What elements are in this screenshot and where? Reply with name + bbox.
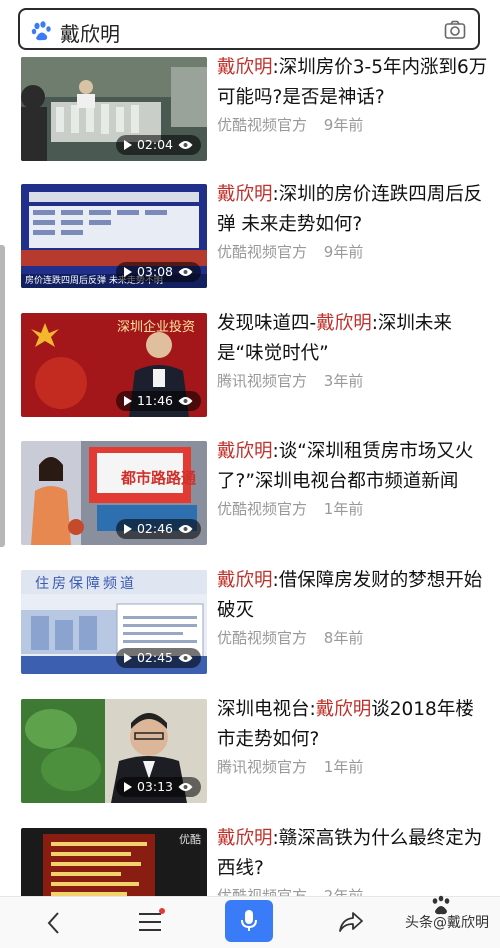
video-result-item[interactable]: 深圳企业投资 11:46 发现味道四-戴欣明:深圳未来是“味觉时代” 腾讯视频官…: [0, 313, 500, 423]
video-title[interactable]: 深圳电视台:戴欣明谈2018年楼市走势如何?: [217, 695, 489, 755]
video-source: 腾讯视频官方: [217, 758, 308, 776]
title-text: 发现味道四-: [217, 313, 317, 334]
thumbnail-caption: 都市路路通: [121, 469, 197, 487]
thumbnail-caption: 优酷: [179, 833, 201, 846]
video-result-item[interactable]: 03:13 深圳电视台:戴欣明谈2018年楼市走势如何? 腾讯视频官方 1年前: [0, 699, 500, 809]
video-age: 8年前: [323, 629, 364, 647]
play-icon: [123, 267, 132, 277]
duration-text: 03:13: [136, 779, 173, 794]
video-source: 优酷视频官方: [217, 243, 308, 261]
duration-badge: 02:45: [115, 648, 201, 668]
notification-dot: [159, 908, 165, 914]
eye-icon: [178, 654, 193, 662]
duration-text: 02:45: [136, 650, 173, 665]
highlighted-keyword: 戴欣明: [217, 828, 273, 849]
highlighted-keyword: 戴欣明: [217, 57, 273, 78]
video-result-item[interactable]: 房价连跌四周后反弹 未来走势不明 03:08 戴欣明:深圳的房价连跌四周后反弹 …: [0, 184, 500, 294]
camera-icon[interactable]: [444, 20, 466, 40]
play-icon: [123, 653, 132, 663]
video-result-item[interactable]: 02:04 戴欣明:深圳房价3-5年内涨到6万可能吗?是否是神话? 优酷视频官方…: [0, 57, 500, 167]
video-age: 9年前: [323, 243, 364, 261]
menu-icon[interactable]: [138, 911, 164, 933]
video-thumbnail[interactable]: 住房保障频道 02:45: [21, 570, 207, 674]
search-bar[interactable]: 戴欣明: [18, 8, 480, 50]
duration-badge: 03:13: [115, 777, 201, 797]
baidu-paw-icon: [31, 21, 51, 41]
highlighted-keyword: 戴欣明: [217, 570, 273, 591]
video-thumbnail[interactable]: 深圳企业投资 11:46: [21, 313, 207, 417]
video-age: 9年前: [323, 116, 364, 134]
video-title[interactable]: 戴欣明:深圳的房价连跌四周后反弹 未来走势如何?: [217, 180, 489, 240]
play-icon: [123, 396, 132, 406]
share-icon[interactable]: [338, 910, 364, 934]
duration-badge: 11:46: [115, 391, 201, 411]
video-result-item[interactable]: 都市路路通 02:46 戴欣明:谈“深圳租赁房市场又火了?”深圳电视台都市频道新…: [0, 441, 500, 551]
back-icon[interactable]: [44, 911, 64, 935]
eye-icon: [178, 783, 193, 791]
video-meta: 腾讯视频官方 1年前: [217, 756, 363, 777]
video-source: 优酷视频官方: [217, 629, 308, 647]
duration-text: 03:08: [136, 264, 173, 279]
thumbnail-caption: 住房保障频道: [35, 576, 137, 592]
video-meta: 优酷视频官方 9年前: [217, 114, 363, 135]
video-thumbnail[interactable]: 02:04: [21, 57, 207, 161]
duration-text: 02:04: [136, 137, 173, 152]
play-icon: [123, 140, 132, 150]
play-icon: [123, 782, 132, 792]
video-meta: 腾讯视频官方 3年前: [217, 370, 363, 391]
video-source: 优酷视频官方: [217, 500, 308, 518]
video-title[interactable]: 发现味道四-戴欣明:深圳未来是“味觉时代”: [217, 309, 489, 369]
duration-badge: 02:04: [115, 135, 201, 155]
video-title[interactable]: 戴欣明:谈“深圳租赁房市场又火了?”深圳电视台都市频道新闻: [217, 437, 489, 497]
video-source: 腾讯视频官方: [217, 372, 308, 390]
video-meta: 优酷视频官方 1年前: [217, 498, 363, 519]
duration-text: 02:46: [136, 521, 173, 536]
video-thumbnail[interactable]: 房价连跌四周后反弹 未来走势不明 03:08: [21, 184, 207, 288]
paw-watermark-icon: [432, 895, 450, 915]
video-age: 1年前: [323, 500, 364, 518]
video-title[interactable]: 戴欣明:深圳房价3-5年内涨到6万可能吗?是否是神话?: [217, 53, 489, 113]
thumbnail-caption: 深圳企业投资: [117, 320, 196, 335]
video-thumbnail[interactable]: 都市路路通 02:46: [21, 441, 207, 545]
video-thumbnail[interactable]: 03:13: [21, 699, 207, 803]
bottom-nav-bar: 头条@戴欣明: [0, 895, 500, 948]
video-source: 优酷视频官方: [217, 116, 308, 134]
eye-icon: [178, 397, 193, 405]
highlighted-keyword: 戴欣明: [217, 184, 273, 205]
duration-text: 11:46: [136, 393, 173, 408]
highlighted-keyword: 戴欣明: [217, 441, 273, 462]
duration-badge: 03:08: [115, 262, 201, 282]
microphone-icon: [241, 910, 257, 931]
video-meta: 优酷视频官方 9年前: [217, 241, 363, 262]
highlighted-keyword: 戴欣明: [315, 699, 372, 720]
duration-badge: 02:46: [115, 519, 201, 539]
voice-search-button[interactable]: [225, 900, 273, 942]
eye-icon: [178, 525, 193, 533]
watermark-text: 头条@戴欣明: [405, 915, 489, 931]
play-icon: [123, 524, 132, 534]
eye-icon: [178, 141, 193, 149]
video-title[interactable]: 戴欣明:借保障房发财的梦想开始破灭: [217, 566, 489, 626]
video-result-item[interactable]: 住房保障频道 02:45 戴欣明:借保障房发财的梦想开始破灭 优酷视频官方 8年…: [0, 570, 500, 680]
title-text: 深圳电视台:: [217, 699, 316, 720]
highlighted-keyword: 戴欣明: [316, 313, 372, 334]
search-input[interactable]: 戴欣明: [60, 18, 120, 47]
video-age: 1年前: [323, 758, 364, 776]
video-age: 3年前: [323, 372, 364, 390]
video-title[interactable]: 戴欣明:赣深高铁为什么最终定为西线?: [217, 824, 489, 884]
eye-icon: [178, 268, 193, 276]
video-meta: 优酷视频官方 8年前: [217, 627, 363, 648]
